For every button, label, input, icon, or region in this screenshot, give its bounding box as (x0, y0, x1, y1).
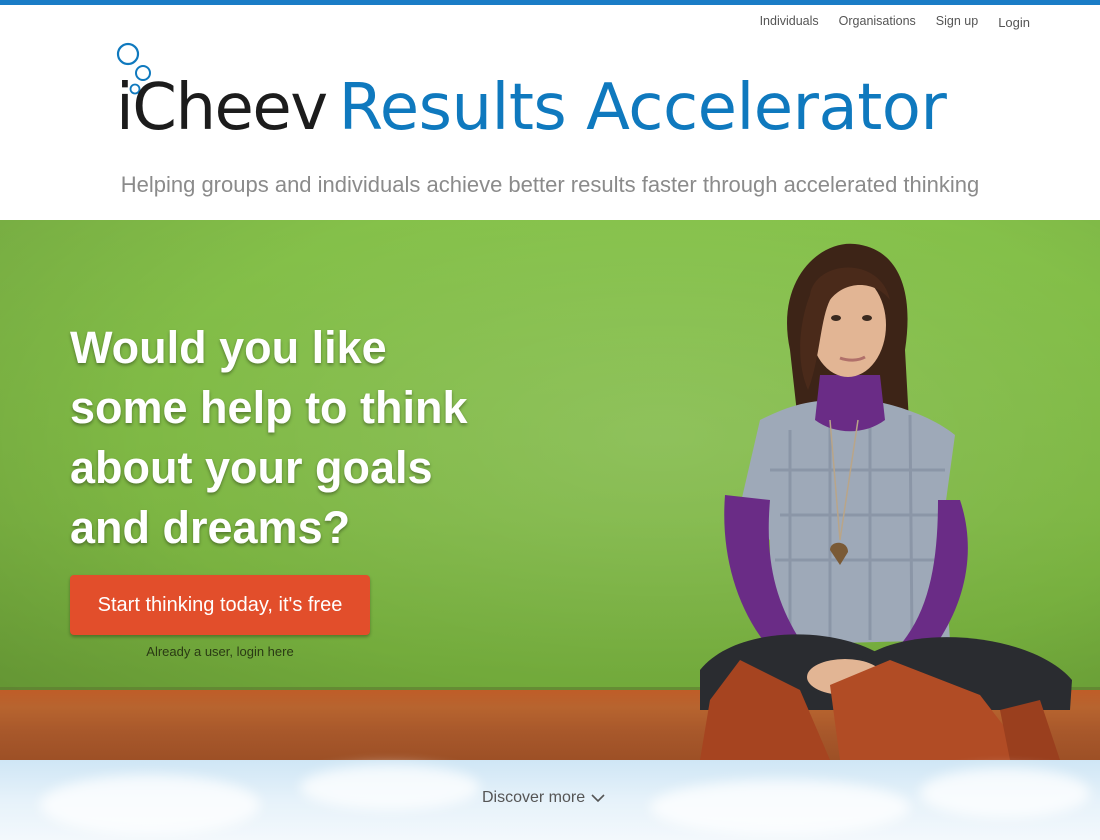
cloud-1 (40, 775, 260, 835)
chevron-down-icon (591, 794, 605, 803)
hero-section: Would you like some help to think about … (0, 220, 1100, 760)
cloud-4 (920, 768, 1090, 818)
nav-organisations[interactable]: Organisations (839, 14, 916, 29)
discover-section: Discover more (0, 760, 1100, 840)
start-thinking-button[interactable]: Start thinking today, it's free (70, 575, 370, 635)
logo[interactable]: iCheev Results Accelerator (116, 76, 947, 140)
hero-headline: Would you like some help to think about … (70, 322, 468, 553)
logo-product: Results Accelerator (338, 71, 947, 145)
discover-more-button[interactable]: Discover more (482, 789, 605, 807)
site-header: iCheev Results Accelerator Helping groups… (0, 0, 1100, 220)
cloud-3 (650, 780, 910, 835)
tagline: Helping groups and individuals achieve b… (120, 172, 980, 197)
nav-sign-up[interactable]: Sign up (936, 14, 978, 29)
seated-woman-photo (700, 243, 1072, 760)
discover-more-label: Discover more (482, 789, 586, 806)
top-nav: Individuals Organisations Sign up Login (760, 14, 1030, 30)
nav-individuals[interactable]: Individuals (760, 14, 819, 29)
cloud-2 (300, 765, 480, 810)
nav-login[interactable]: Login (998, 15, 1030, 30)
existing-user-login-link[interactable]: Already a user, login here (70, 644, 370, 659)
logo-brand: iCheev (116, 71, 328, 145)
